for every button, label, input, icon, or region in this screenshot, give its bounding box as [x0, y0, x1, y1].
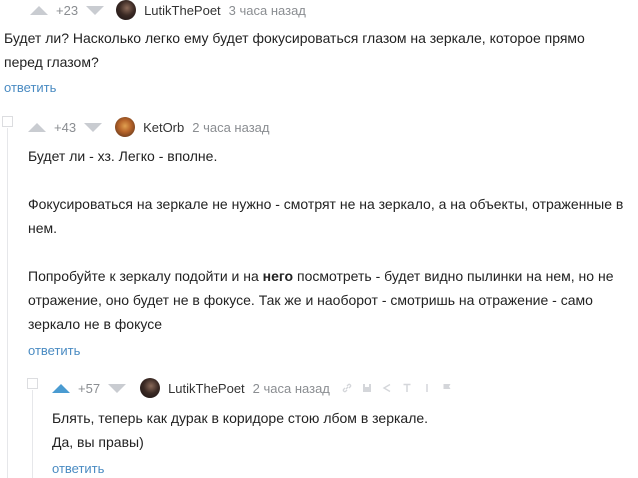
comment-3-header: +57 LutikThePoet 2 часа назад	[52, 378, 452, 398]
collapse-thread-button[interactable]	[27, 378, 38, 389]
avatar[interactable]	[116, 0, 137, 20]
comment-paragraph: Фокусироваться на зеркале не нужно - смо…	[28, 196, 624, 236]
downvote-button[interactable]	[84, 122, 103, 132]
avatar[interactable]	[115, 117, 136, 137]
upvote-button[interactable]	[28, 122, 46, 132]
thread-line[interactable]	[32, 390, 33, 478]
comment-author[interactable]: KetOrb	[143, 120, 184, 135]
save-icon[interactable]	[362, 383, 372, 393]
comment-2-text: Будет ли - хз. Легко - вполне. Фокусиров…	[28, 144, 634, 336]
downvote-button[interactable]	[108, 383, 127, 393]
upvote-button[interactable]	[30, 5, 48, 15]
comment-paragraph: Блять, теперь как дурак в коридоре стою …	[52, 410, 429, 426]
more-icon[interactable]	[422, 383, 432, 393]
link-icon[interactable]	[342, 383, 352, 393]
paragraph-text: Попробуйте к зеркалу подойти и на	[28, 268, 263, 284]
comment-2-header: +43 KetOrb 2 часа назад	[28, 117, 269, 137]
share-icon[interactable]	[382, 383, 392, 393]
thread-line[interactable]	[7, 128, 8, 478]
comment-paragraph: Будет ли? Насколько легко ему будет фоку…	[4, 30, 585, 70]
reply-link[interactable]: ответить	[4, 80, 56, 95]
comment-paragraph: Попробуйте к зеркалу подойти и на него п…	[28, 264, 634, 336]
comment-author[interactable]: LutikThePoet	[144, 3, 221, 18]
comment-1-header: +23 LutikThePoet 3 часа назад	[30, 0, 306, 20]
bold-text: него	[262, 268, 294, 284]
downvote-button[interactable]	[86, 5, 105, 15]
comment-paragraph: Будет ли - хз. Легко - вполне.	[28, 148, 218, 164]
comment-3-text: Блять, теперь как дурак в коридоре стою …	[52, 406, 632, 454]
reply-link[interactable]: ответить	[28, 343, 80, 358]
avatar[interactable]	[140, 378, 161, 398]
comment-author[interactable]: LutikThePoet	[168, 381, 245, 396]
comment-tools	[342, 383, 452, 393]
upvote-button[interactable]	[52, 383, 70, 393]
comment-rating: +23	[56, 2, 79, 18]
comment-rating: +43	[54, 119, 77, 135]
reply-link[interactable]: ответить	[52, 461, 104, 476]
collapse-thread-button[interactable]	[2, 116, 13, 127]
flag-icon[interactable]	[442, 383, 452, 393]
text-icon[interactable]	[402, 383, 412, 393]
comment-time[interactable]: 2 часа назад	[192, 120, 269, 135]
comment-time[interactable]: 3 часа назад	[229, 3, 306, 18]
comment-time[interactable]: 2 часа назад	[253, 381, 330, 396]
comment-rating: +57	[78, 380, 101, 396]
comment-paragraph: Да, вы правы)	[52, 434, 144, 450]
comment-1-text: Будет ли? Насколько легко ему будет фоку…	[4, 26, 624, 74]
